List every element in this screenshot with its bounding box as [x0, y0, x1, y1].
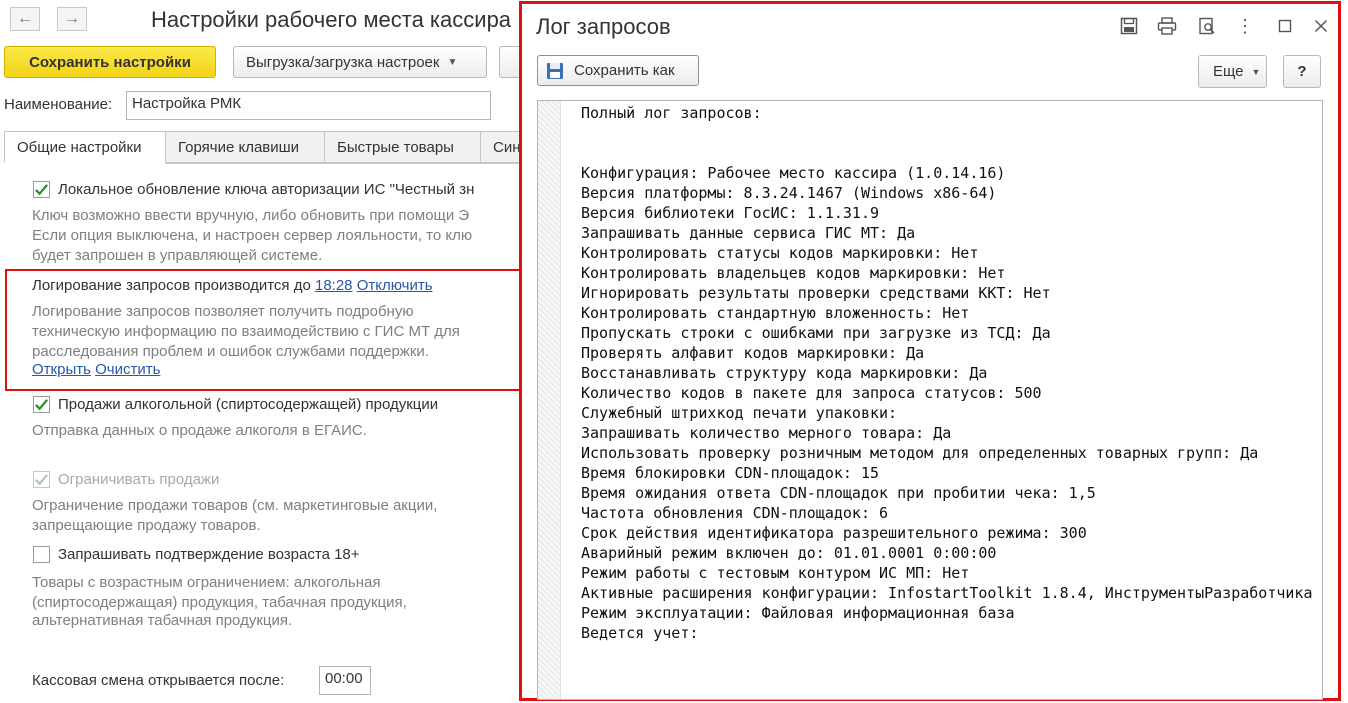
- log-line: Контролировать владельцев кодов маркиров…: [581, 264, 1006, 282]
- tab-divider: [166, 163, 524, 164]
- log-line: Запрашивать количество мерного товара: Д…: [581, 424, 952, 442]
- log-line: Ведется учет:: [581, 624, 699, 642]
- log-line: Аварийный режим включен до: 01.01.0001 0…: [581, 544, 997, 562]
- tab-quick-goods[interactable]: Быстрые товары: [324, 131, 481, 163]
- local-update-hint-3: будет запрошен в управляющей системе.: [32, 247, 323, 264]
- check-icon: [35, 399, 48, 411]
- log-line: Режим работы с тестовым контуром ИС МП: …: [581, 564, 970, 582]
- forward-button[interactable]: →: [57, 7, 87, 31]
- log-line: Время ожидания ответа CDN-площадок при п…: [581, 484, 1096, 502]
- alcohol-sales-hint: Отправка данных о продаже алкоголя в ЕГА…: [32, 422, 367, 439]
- log-line: Режим эксплуатации: Файловая информацион…: [581, 604, 1015, 622]
- request-log-window: Лог запросов ⋮ Сохранить как Еще ▼ ? Пол…: [519, 1, 1341, 701]
- log-line: Контролировать стандартную вложенность: …: [581, 304, 970, 322]
- log-line: Игнорировать результаты проверки средств…: [581, 284, 1051, 302]
- log-line: Конфигурация: Рабочее место кассира (1.0…: [581, 164, 1006, 182]
- alcohol-sales-label: Продажи алкогольной (спиртосодержащей) п…: [58, 396, 439, 413]
- logging-status-text: Логирование запросов производится до: [32, 277, 311, 294]
- local-update-hint-2: Если опция выключена, и настроен сервер …: [32, 227, 473, 244]
- log-line: Версия платформы: 8.3.24.1467 (Windows x…: [581, 184, 997, 202]
- logging-hint-2: техническую информацию по взаимодействию…: [32, 323, 460, 340]
- chevron-down-icon: ▼: [1251, 66, 1261, 77]
- save-settings-button[interactable]: Сохранить настройки: [4, 46, 216, 78]
- save-icon[interactable]: [1117, 14, 1141, 38]
- log-line: Время блокировки CDN-площадок: 15: [581, 464, 880, 482]
- age-confirm-hint-3: альтернативная табачная продукция.: [32, 612, 293, 629]
- restrict-sales-checkbox[interactable]: [33, 471, 50, 488]
- age-confirm-label: Запрашивать подтверждение возраста 18+: [58, 546, 360, 563]
- tab-general[interactable]: Общие настройки: [4, 131, 166, 163]
- log-line: Срок действия идентификатора разрешитель…: [581, 524, 1087, 542]
- local-update-hint-1: Ключ возможно ввести вручную, либо обнов…: [32, 207, 470, 224]
- age-confirm-hint-1: Товары с возрастным ограничением: алкого…: [32, 574, 381, 591]
- restrict-sales-hint-1: Ограничение продажи товаров (см. маркети…: [32, 497, 438, 514]
- alcohol-sales-checkbox[interactable]: [33, 396, 50, 413]
- log-line: Проверять алфавит кодов маркировки: Да: [581, 344, 925, 362]
- export-import-button[interactable]: Выгрузка/загрузка настроек ▼: [233, 46, 487, 78]
- shift-open-label: Кассовая смена открывается после:: [32, 672, 285, 689]
- close-icon[interactable]: [1309, 14, 1333, 38]
- check-icon: [35, 474, 48, 486]
- name-field[interactable]: Настройка РМК: [126, 91, 491, 120]
- logging-actions: Открыть Очистить: [32, 361, 160, 378]
- restrict-sales-hint-2: запрещающие продажу товаров.: [32, 517, 261, 534]
- age-confirm-checkbox[interactable]: [33, 546, 50, 563]
- clear-log-link[interactable]: Очистить: [95, 361, 160, 378]
- arrow-right-icon: →: [64, 10, 80, 27]
- logging-status: Логирование запросов производится до 18:…: [32, 277, 433, 294]
- more-button-label: Еще: [1213, 63, 1244, 80]
- maximize-icon[interactable]: [1273, 14, 1297, 38]
- local-update-checkbox[interactable]: [33, 181, 50, 198]
- log-gutter: [538, 101, 561, 699]
- save-as-label: Сохранить как: [574, 62, 675, 79]
- local-update-label: Локальное обновление ключа авторизации И…: [58, 181, 475, 198]
- log-line: Количество кодов в пакете для запроса ст…: [581, 384, 1042, 402]
- log-window-title: Лог запросов: [536, 14, 671, 39]
- back-button[interactable]: ←: [10, 7, 40, 31]
- log-line: Полный лог запросов:: [581, 104, 762, 122]
- name-label: Наименование:: [4, 96, 113, 113]
- log-line: Запрашивать данные сервиса ГИС МТ: Да: [581, 224, 916, 242]
- preview-icon[interactable]: [1195, 14, 1219, 38]
- tab-hotkeys[interactable]: Горячие клавиши: [165, 131, 325, 163]
- logging-hint-3: расследования проблем и ошибок службами …: [32, 343, 429, 360]
- more-options-icon[interactable]: ⋮: [1233, 14, 1257, 38]
- save-as-button[interactable]: Сохранить как: [537, 55, 699, 86]
- log-line: Использовать проверку розничным методом …: [581, 444, 1259, 462]
- floppy-icon: [547, 62, 563, 79]
- open-log-link[interactable]: Открыть: [32, 361, 91, 378]
- log-line: Частота обновления CDN-площадок: 6: [581, 504, 889, 522]
- log-line: Служебный штрихкод печати упаковки:: [581, 404, 898, 422]
- logging-time-link[interactable]: 18:28: [315, 277, 353, 294]
- logging-hint-1: Логирование запросов позволяет получить …: [32, 303, 414, 320]
- shift-open-time-field[interactable]: 00:00: [319, 666, 371, 695]
- log-text-area[interactable]: Полный лог запросов: Конфигурация: Рабоче…: [537, 100, 1323, 700]
- disable-logging-link[interactable]: Отключить: [357, 277, 433, 294]
- log-line: Восстанавливать структуру кода маркировк…: [581, 364, 988, 382]
- chevron-down-icon: ▼: [447, 56, 458, 68]
- export-import-label: Выгрузка/загрузка настроек: [246, 53, 440, 71]
- restrict-sales-label: Ограничивать продажи: [58, 471, 220, 488]
- arrow-left-icon: ←: [17, 10, 33, 27]
- check-icon: [35, 184, 48, 196]
- print-icon[interactable]: [1155, 14, 1179, 38]
- more-button[interactable]: Еще ▼: [1198, 55, 1267, 88]
- log-line: Версия библиотеки ГосИС: 1.1.31.9: [581, 204, 880, 222]
- log-line: Пропускать строки с ошибками при загрузк…: [581, 324, 1051, 342]
- window-title: Настройки рабочего места кассира: [151, 7, 512, 32]
- age-confirm-hint-2: (спиртосодержащая) продукция, табачная п…: [32, 594, 407, 611]
- help-button[interactable]: ?: [1283, 55, 1321, 88]
- log-line: Контролировать статусы кодов маркировки:…: [581, 244, 979, 262]
- tab-sync[interactable]: Син: [480, 131, 524, 163]
- log-line: Активные расширения конфигурации: Infost…: [581, 584, 1313, 602]
